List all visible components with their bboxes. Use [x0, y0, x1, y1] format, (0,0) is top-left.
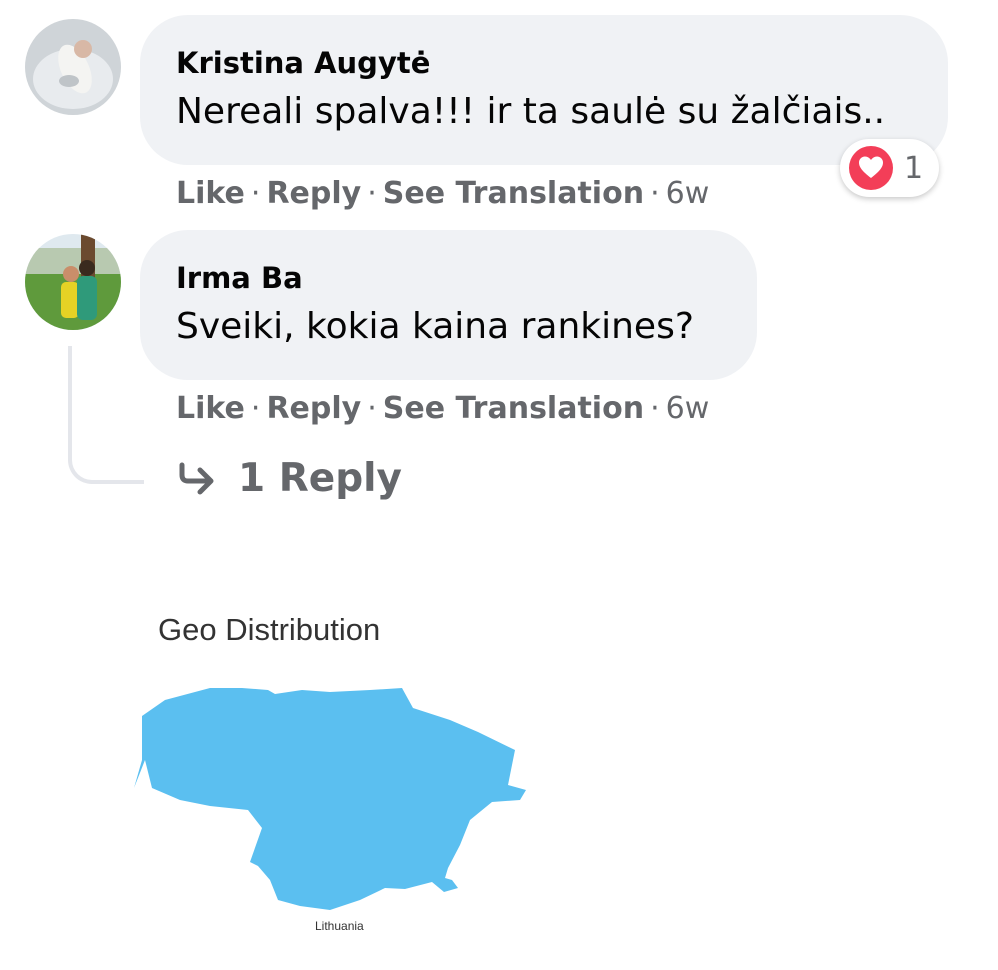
region-lithuania[interactable]	[134, 688, 526, 910]
region-label-lithuania: Lithuania	[315, 919, 364, 933]
comments-page: Kristina Augytė Nereali spalva!!! ir ta …	[0, 0, 998, 970]
geo-map	[134, 688, 526, 910]
